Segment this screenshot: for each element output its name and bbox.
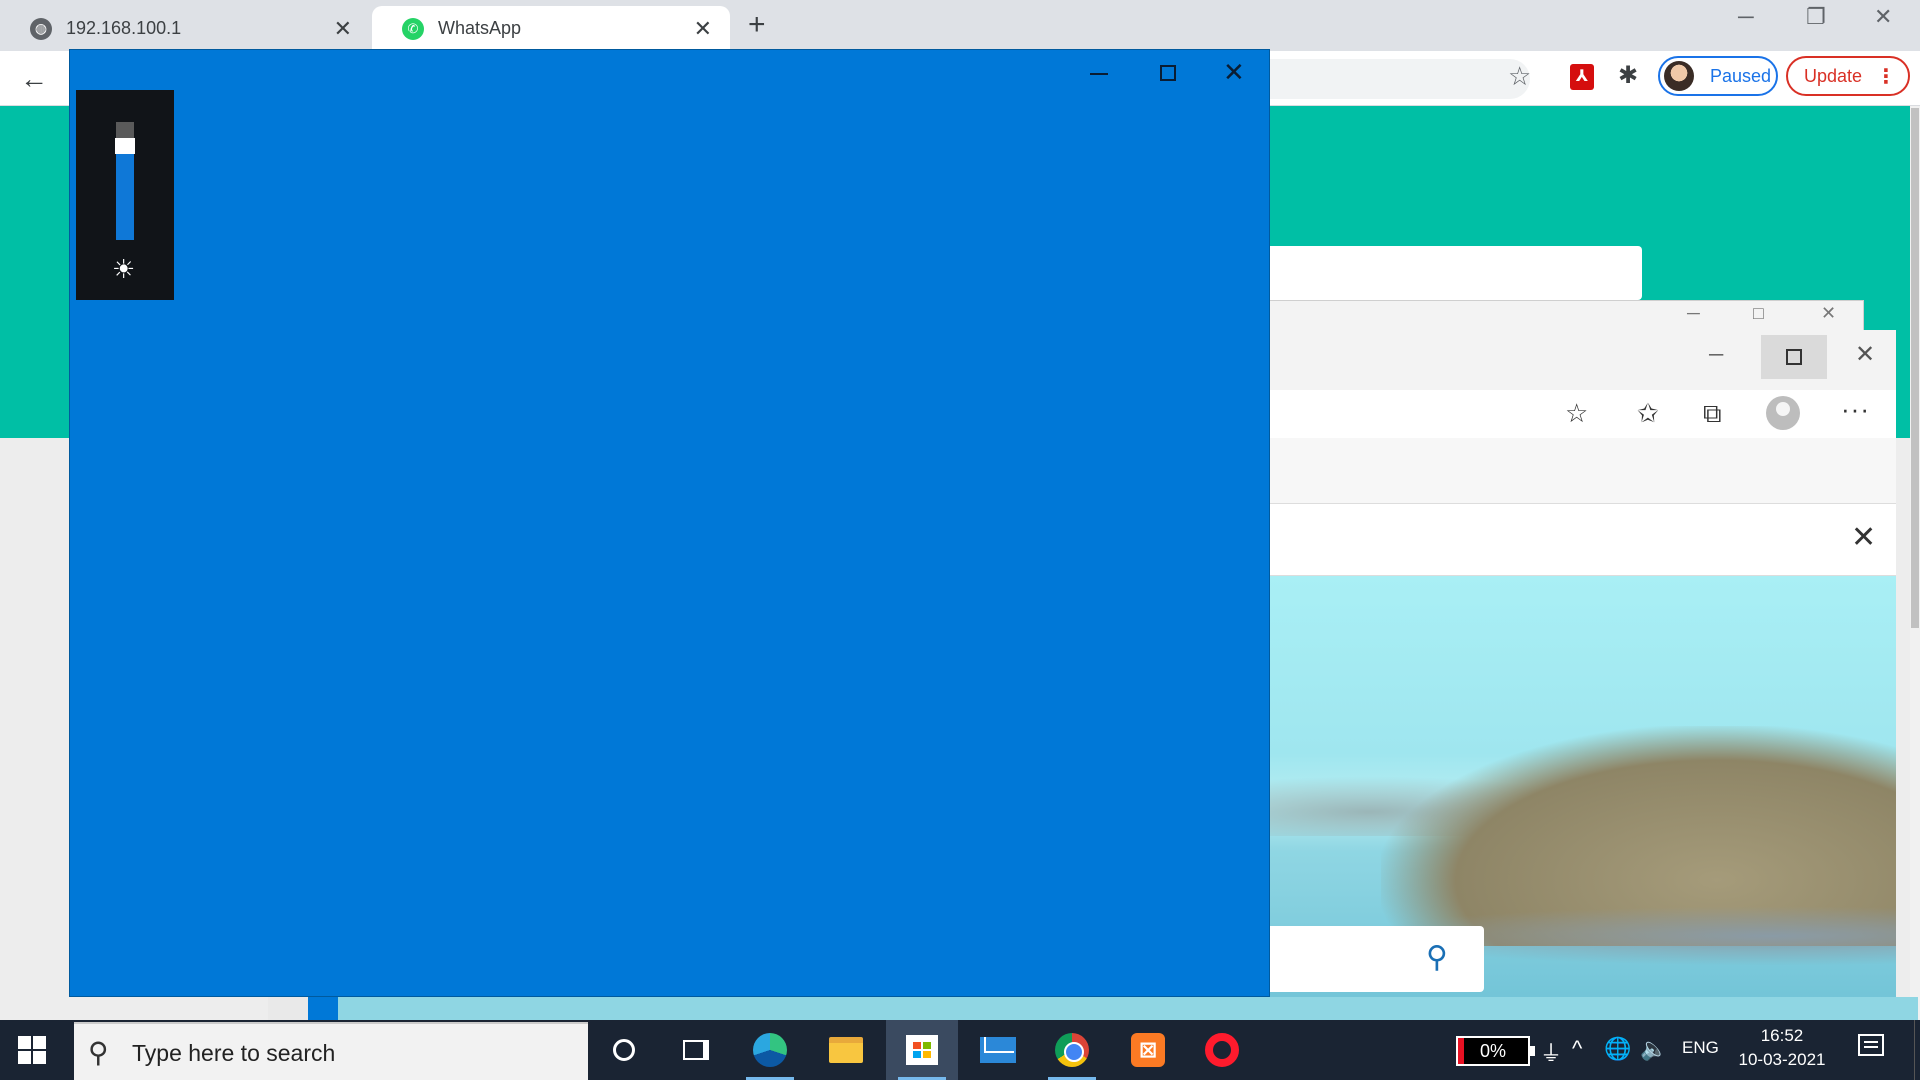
clock-date: 10-03-2021 — [1738, 1050, 1826, 1069]
search-icon: ⚲ — [88, 1037, 109, 1068]
close-window-icon[interactable]: ✕ — [1855, 340, 1875, 369]
close-infobar-icon[interactable]: ✕ — [1851, 520, 1876, 555]
taskbar: ⚲ Type here to search ⊠ 0% ⏚ ^ 🌐 🔈 ENG 1… — [0, 1020, 1920, 1080]
maximize-icon — [1786, 349, 1802, 365]
close-window-icon[interactable]: ✕ — [1223, 57, 1245, 88]
update-button[interactable]: Update ⋮ — [1786, 56, 1910, 96]
windows-start-icon[interactable] — [18, 1036, 46, 1064]
action-center-icon[interactable] — [1858, 1034, 1884, 1056]
task-view-icon[interactable] — [660, 1020, 732, 1080]
opera-icon[interactable] — [1186, 1020, 1258, 1080]
add-favorite-icon[interactable]: ☆ — [1565, 398, 1588, 429]
restore-icon[interactable]: ❐ — [1806, 4, 1826, 30]
chrome-tabstrip: ◍ 192.168.100.1 ✕ ✆ WhatsApp ✕ + ─ ❐ ✕ — [0, 0, 1920, 51]
favorites-icon[interactable]: ✩ — [1637, 398, 1659, 429]
whatsapp-icon: ✆ — [402, 17, 424, 40]
update-label: Update — [1804, 65, 1863, 86]
extensions-icon[interactable]: ✱ — [1618, 61, 1638, 90]
edge-new-tab-background: ⚲ — [1201, 576, 1896, 1020]
sun-icon: ☀ — [112, 254, 136, 284]
minimize-icon[interactable]: ─ — [1709, 344, 1723, 367]
profile-button[interactable]: Paused — [1658, 56, 1778, 96]
clock-time: 16:52 — [1760, 1026, 1804, 1045]
search-placeholder: Type here to search — [132, 1040, 336, 1066]
battery-indicator[interactable]: 0% — [1456, 1036, 1535, 1066]
more-icon[interactable]: ··· — [1841, 394, 1870, 425]
back-arrow-icon[interactable]: ← — [20, 63, 48, 95]
xampp-icon[interactable]: ⊠ — [1112, 1020, 1184, 1080]
page-scrollbar[interactable] — [1910, 106, 1920, 1020]
brightness-slider-thumb[interactable] — [115, 138, 135, 154]
profile-status: Paused — [1710, 65, 1772, 86]
pdf-extension-icon[interactable]: ⅄ — [1570, 64, 1594, 90]
desktop-strip — [0, 997, 268, 1020]
microsoft-edge-icon[interactable] — [734, 1020, 806, 1080]
chevron-up-icon[interactable]: ^ — [1572, 1036, 1582, 1062]
show-desktop-button[interactable] — [1914, 1020, 1920, 1080]
brightness-flyout: ☀ — [76, 90, 174, 300]
background-window-titlebar: ─ □ ✕ — [1260, 300, 1864, 332]
close-tab-icon[interactable]: ✕ — [334, 16, 352, 42]
tab-192-168-100-1[interactable]: ◍ 192.168.100.1 ✕ — [0, 6, 370, 51]
minimize-icon[interactable]: ─ — [1687, 303, 1700, 324]
microsoft-store-icon[interactable] — [886, 1020, 958, 1080]
mail-icon[interactable] — [962, 1020, 1034, 1080]
bookmark-star-icon[interactable]: ☆ — [1508, 61, 1531, 92]
scrollbar-thumb[interactable] — [1911, 108, 1919, 628]
profile-icon[interactable] — [1766, 396, 1800, 430]
edge-titlebar: ─ ✕ — [1201, 330, 1896, 390]
tab-whatsapp[interactable]: ✆ WhatsApp ✕ — [372, 6, 730, 51]
taskbar-search-box[interactable]: ⚲ Type here to search — [74, 1022, 588, 1080]
collections-icon[interactable]: ⧉ — [1703, 398, 1722, 430]
close-window-icon[interactable]: ✕ — [1874, 4, 1892, 30]
avatar — [1664, 61, 1694, 91]
minimize-icon[interactable] — [1090, 73, 1108, 75]
whatsapp-card — [1250, 246, 1642, 300]
language-indicator[interactable]: ENG — [1682, 1038, 1719, 1058]
kebab-menu-icon: ⋮ — [1876, 65, 1897, 88]
maximize-icon[interactable]: □ — [1753, 303, 1764, 324]
tab-title: WhatsApp — [438, 18, 522, 38]
edge-window: ─ ✕ ☆ ✩ ⧉ ··· ✕ ⚲ — [1200, 330, 1896, 1020]
close-tab-icon[interactable]: ✕ — [694, 16, 712, 42]
file-explorer-icon[interactable] — [810, 1020, 882, 1080]
tab-title: 192.168.100.1 — [66, 18, 182, 38]
desktop-strip — [268, 997, 1918, 1020]
volume-icon[interactable]: 🔈 — [1640, 1036, 1667, 1062]
blue-app-window: ✕ ☀ — [69, 49, 1270, 997]
minimize-icon[interactable]: ─ — [1738, 4, 1754, 30]
maximize-button[interactable] — [1761, 335, 1827, 379]
brightness-slider[interactable] — [115, 122, 135, 240]
edge-toolbar: ☆ ✩ ⧉ ··· — [1201, 390, 1896, 438]
cortana-icon[interactable] — [588, 1020, 660, 1080]
clock[interactable]: 16:52 10-03-2021 — [1732, 1024, 1832, 1072]
close-window-icon[interactable]: ✕ — [1821, 303, 1836, 324]
power-plug-icon[interactable]: ⏚ — [1540, 1036, 1562, 1068]
search-icon[interactable]: ⚲ — [1426, 940, 1448, 975]
globe-icon: ◍ — [30, 17, 52, 40]
brightness-slider-fill — [116, 146, 134, 240]
edge-info-bar: ✕ — [1201, 504, 1896, 576]
edge-favorites-bar — [1201, 438, 1896, 504]
network-icon[interactable]: 🌐 — [1604, 1036, 1631, 1062]
google-chrome-icon[interactable] — [1036, 1020, 1108, 1080]
new-tab-button[interactable]: + — [748, 8, 766, 42]
maximize-icon[interactable] — [1160, 65, 1176, 81]
